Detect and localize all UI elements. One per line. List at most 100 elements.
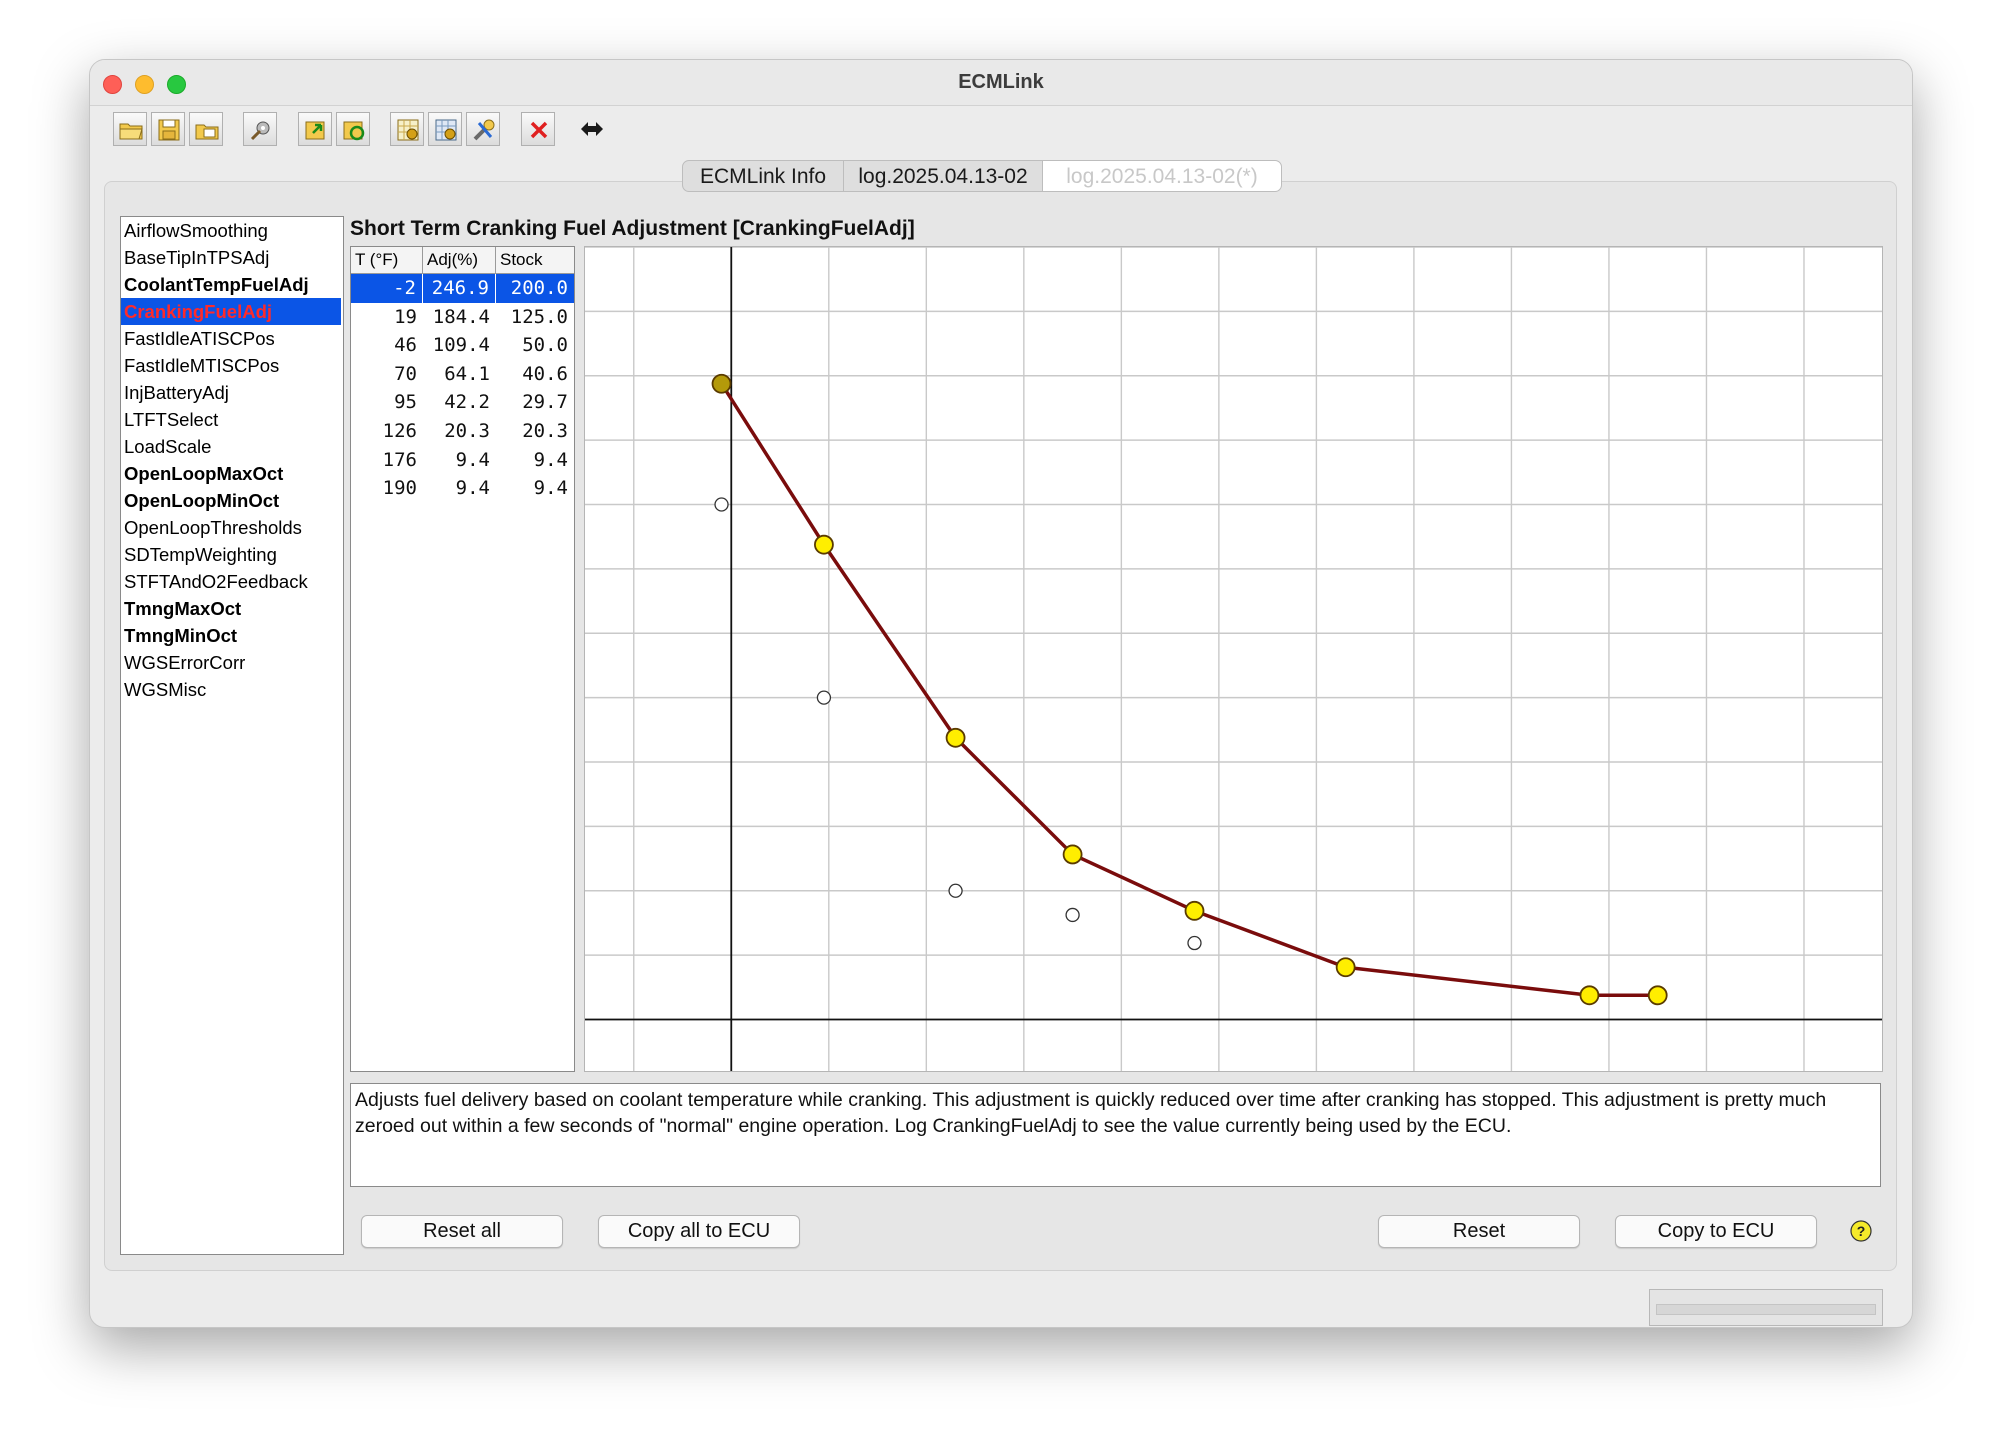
table-row[interactable]: 126 20.3 20.3 [351, 417, 574, 446]
cell-adj[interactable]: 64.1 [423, 360, 496, 389]
cell-temp[interactable]: 46 [351, 331, 423, 360]
toggle-layout-button[interactable] [575, 112, 609, 146]
adjustment-point[interactable] [1579, 985, 1600, 1006]
open-folder-icon [119, 123, 143, 140]
stock-point [1065, 907, 1080, 923]
adjustment-point[interactable] [1647, 985, 1668, 1006]
column-header-temp[interactable]: T (°F) [351, 247, 423, 273]
save-icon [158, 119, 180, 141]
grid-settings-button[interactable] [428, 112, 462, 146]
help-button[interactable]: ? [1850, 1220, 1872, 1242]
table-row[interactable]: 95 42.2 29.7 [351, 388, 574, 417]
svg-text:?: ? [1857, 1223, 1866, 1239]
cell-temp[interactable]: -2 [351, 274, 423, 303]
table-row[interactable]: 176 9.4 9.4 [351, 446, 574, 475]
close-red-x-icon [530, 121, 548, 139]
cell-stock[interactable]: 200.0 [496, 274, 574, 303]
sidebar-item-openloopminoct[interactable]: OpenLoopMinOct [121, 487, 343, 514]
table-row[interactable]: 46 109.4 50.0 [351, 331, 574, 360]
table-row[interactable]: 70 64.1 40.6 [351, 360, 574, 389]
help-icon: ? [1850, 1220, 1872, 1242]
table-row[interactable]: 190 9.4 9.4 [351, 474, 574, 503]
tools-icon [250, 121, 270, 141]
reset-all-button[interactable]: Reset all [361, 1215, 563, 1248]
cranking-fuel-chart[interactable] [585, 246, 1882, 1071]
cell-temp[interactable]: 176 [351, 446, 423, 475]
copy-to-ecu-button[interactable]: Copy to ECU [1615, 1215, 1817, 1248]
load-map-icon [305, 121, 325, 140]
save-as-icon [195, 124, 219, 140]
open-button[interactable] [113, 112, 147, 146]
wrench-button[interactable] [466, 112, 500, 146]
table-header: T (°F) Adj(%) Stock [351, 247, 574, 274]
adjustment-point[interactable] [1184, 900, 1205, 921]
chart-panel[interactable] [584, 246, 1883, 1072]
cell-adj[interactable]: 20.3 [423, 417, 496, 446]
sidebar-item-stftando2feedback[interactable]: STFTAndO2Feedback [121, 568, 343, 595]
cell-stock[interactable]: 50.0 [496, 331, 574, 360]
chart-settings-button[interactable] [390, 112, 424, 146]
table-row[interactable]: 19 184.4 125.0 [351, 303, 574, 332]
sidebar-item-sdtempweighting[interactable]: SDTempWeighting [121, 541, 343, 568]
save-button[interactable] [151, 112, 185, 146]
reset-button[interactable]: Reset [1378, 1215, 1580, 1248]
column-header-adj[interactable]: Adj(%) [423, 247, 496, 273]
cell-stock[interactable]: 40.6 [496, 360, 574, 389]
status-bar [1649, 1289, 1883, 1326]
close-map-button[interactable] [521, 112, 555, 146]
refresh-icon [343, 121, 365, 141]
sidebar-item-wgsmisc[interactable]: WGSMisc [121, 676, 343, 703]
double-arrow-icon [581, 122, 603, 136]
cell-stock[interactable]: 9.4 [496, 474, 574, 503]
sidebar-item-openloopthresholds[interactable]: OpenLoopThresholds [121, 514, 343, 541]
chart-settings-icon [397, 119, 419, 141]
sidebar-item-basetipintpsadj[interactable]: BaseTipInTPSAdj [121, 244, 343, 271]
cell-adj[interactable]: 109.4 [423, 331, 496, 360]
adjustment-point[interactable] [814, 534, 834, 555]
sidebar-item-wgserrorcorr[interactable]: WGSErrorCorr [121, 649, 343, 676]
adjustment-point[interactable] [945, 727, 966, 748]
cell-adj[interactable]: 42.2 [423, 388, 496, 417]
adjustment-point[interactable] [1335, 957, 1356, 978]
cell-temp[interactable]: 190 [351, 474, 423, 503]
cell-adj[interactable]: 246.9 [423, 274, 496, 303]
adjustment-point[interactable] [1062, 844, 1083, 865]
cell-temp[interactable]: 19 [351, 303, 423, 332]
column-header-stock[interactable]: Stock [496, 247, 574, 273]
cell-stock[interactable]: 20.3 [496, 417, 574, 446]
copy-all-to-ecu-button[interactable]: Copy all to ECU [598, 1215, 800, 1248]
sidebar-item-airflowsmoothing[interactable]: AirflowSmoothing [121, 217, 343, 244]
sidebar-item-coolanttempfueladj[interactable]: CoolantTempFuelAdj [121, 271, 343, 298]
sidebar-item-tmngminoct[interactable]: TmngMinOct [121, 622, 343, 649]
load-map-button[interactable] [298, 112, 332, 146]
tools-button[interactable] [243, 112, 277, 146]
grid-settings-icon [435, 119, 457, 141]
refresh-button[interactable] [336, 112, 370, 146]
sidebar-item-crankingfueladj[interactable]: CrankingFuelAdj [121, 298, 341, 325]
sidebar-item-injbatteryadj[interactable]: InjBatteryAdj [121, 379, 343, 406]
sidebar-item-ltftselect[interactable]: LTFTSelect [121, 406, 343, 433]
tab-log[interactable]: log.2025.04.13-02 [843, 160, 1043, 192]
tab-ecmlink-info[interactable]: ECMLink Info [682, 160, 844, 192]
sidebar-item-fastidlemtiscpos[interactable]: FastIdleMTISCPos [121, 352, 343, 379]
table-row[interactable]: -2 246.9 200.0 [351, 274, 574, 303]
adjustment-point[interactable] [711, 373, 732, 394]
stock-point [816, 690, 832, 705]
tab-log-modified[interactable]: log.2025.04.13-02(*) [1042, 160, 1282, 192]
cell-temp[interactable]: 126 [351, 417, 423, 446]
cell-stock[interactable]: 9.4 [496, 446, 574, 475]
cell-stock[interactable]: 125.0 [496, 303, 574, 332]
cell-stock[interactable]: 29.7 [496, 388, 574, 417]
cell-adj[interactable]: 184.4 [423, 303, 496, 332]
stock-point [714, 497, 729, 512]
wrench-icon [473, 119, 495, 141]
cell-adj[interactable]: 9.4 [423, 474, 496, 503]
sidebar-item-fastidleatiscpos[interactable]: FastIdleATISCPos [121, 325, 343, 352]
save-as-button[interactable] [189, 112, 223, 146]
cell-adj[interactable]: 9.4 [423, 446, 496, 475]
cell-temp[interactable]: 70 [351, 360, 423, 389]
sidebar-item-tmngmaxoct[interactable]: TmngMaxOct [121, 595, 343, 622]
sidebar-item-loadscale[interactable]: LoadScale [121, 433, 343, 460]
sidebar-item-openloopmaxoct[interactable]: OpenLoopMaxOct [121, 460, 343, 487]
cell-temp[interactable]: 95 [351, 388, 423, 417]
